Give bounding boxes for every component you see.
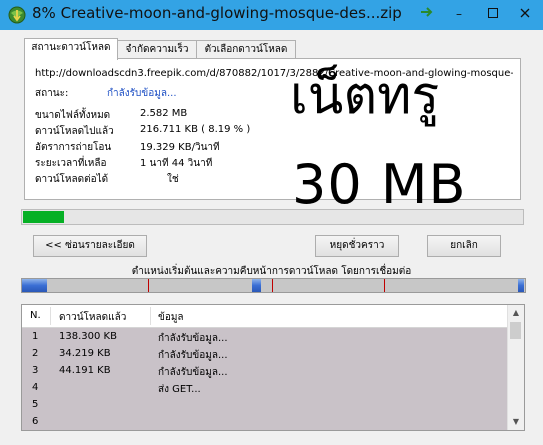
resume-value: ใช่ (167, 174, 179, 185)
progress-fill (23, 211, 64, 223)
connections-label: ตำแหน่งเริ่มต้นและความคืบหน้าการดาวน์โหล… (131, 266, 412, 277)
table-row[interactable]: 5 (22, 397, 507, 414)
status-label: สถานะ: (35, 88, 69, 99)
row-number: 6 (32, 416, 39, 427)
cancel-button[interactable]: ยกเลิก (427, 235, 501, 257)
resume-label: ดาวน์โหลดต่อได้ (35, 174, 109, 185)
table-row[interactable]: 2 34.219 KB กำลังรับข้อมูล... (22, 346, 507, 363)
row-number: 3 (32, 365, 39, 376)
globe-download-icon (8, 6, 26, 24)
scroll-thumb[interactable] (510, 322, 521, 339)
title-bar[interactable]: 8% Creative-moon-and-glowing-mosque-des.… (0, 0, 543, 30)
row-info: ส่ง GET... (158, 384, 201, 395)
download-url: http://downloadscdn3.freepik.com/d/87088… (35, 68, 513, 79)
row-number: 5 (32, 399, 39, 410)
row-downloaded: 34.219 KB (59, 348, 111, 359)
transfer-rate-label: อัตราการถ่ายโอน (35, 142, 112, 153)
overlay-speed: 30 MB (292, 153, 467, 216)
row-info: กำลังรับข้อมูล... (158, 367, 228, 378)
row-info: กำลังรับข้อมูล... (158, 333, 228, 344)
table-scrollbar[interactable]: ▲ ▼ (507, 305, 524, 430)
table-row[interactable]: 3 44.191 KB กำลังรับข้อมูล... (22, 363, 507, 380)
row-downloaded: 44.191 KB (59, 365, 111, 376)
column-divider (50, 307, 51, 325)
row-number: 4 (32, 382, 39, 393)
column-downloaded[interactable]: ดาวน์โหลดแล้ว (59, 310, 126, 325)
transfer-rate-value: 19.329 KB/วินาที (140, 142, 220, 153)
connection-marker (272, 279, 273, 292)
table-row[interactable]: 4 ส่ง GET... (22, 380, 507, 397)
maximize-button[interactable] (482, 4, 504, 24)
file-size-value: 2.582 MB (140, 108, 188, 119)
row-info: กำลังรับข้อมูล... (158, 350, 228, 361)
window-title: 8% Creative-moon-and-glowing-mosque-des.… (32, 4, 402, 22)
time-left-label: ระยะเวลาที่เหลือ (35, 158, 107, 169)
connections-progress-bar (21, 278, 526, 293)
minimize-button[interactable]: – (448, 4, 470, 24)
table-body: 1 138.300 KB กำลังรับข้อมูล... 2 34.219 … (22, 328, 507, 430)
connection-segment (518, 279, 524, 292)
tab-download-options[interactable]: ตัวเลือกดาวน์โหลด (196, 40, 296, 59)
row-downloaded: 138.300 KB (59, 331, 117, 342)
column-info[interactable]: ข้อมูล (158, 310, 184, 325)
tab-download-status[interactable]: สถานะดาวน์โหลด (24, 38, 118, 60)
overlay-caption: เน็ตทรู (290, 66, 440, 126)
arrow-icon[interactable] (416, 4, 438, 24)
close-button[interactable] (514, 4, 536, 24)
downloaded-label: ดาวน์โหลดไปแล้ว (35, 126, 114, 137)
connection-marker (148, 279, 149, 292)
connection-marker (384, 279, 385, 292)
status-value: กำลังรับข้อมูล... (107, 88, 177, 99)
pause-button[interactable]: หยุดชั่วคราว (315, 235, 399, 257)
row-number: 2 (32, 348, 39, 359)
file-size-label: ขนาดไฟล์ทั้งหมด (35, 110, 111, 121)
tab-speed-limit[interactable]: จำกัดความเร็ว (117, 40, 197, 59)
column-n[interactable]: N. (30, 310, 41, 321)
downloaded-value: 216.711 KB ( 8.19 % ) (140, 124, 251, 135)
connection-segment (252, 279, 261, 292)
column-divider (150, 307, 151, 325)
table-header: N. ดาวน์โหลดแล้ว ข้อมูล (22, 305, 507, 328)
table-row[interactable]: 1 138.300 KB กำลังรับข้อมูล... (22, 329, 507, 346)
time-left-value: 1 นาที 44 วินาที (140, 158, 213, 169)
connection-segment (22, 279, 47, 292)
connections-table: N. ดาวน์โหลดแล้ว ข้อมูล 1 138.300 KB กำล… (21, 304, 525, 431)
table-row[interactable]: 6 (22, 414, 507, 430)
hide-details-button[interactable]: << ซ่อนรายละเอียด (33, 235, 147, 257)
row-number: 1 (32, 331, 39, 342)
download-window: 8% Creative-moon-and-glowing-mosque-des.… (0, 0, 543, 445)
scroll-down-icon[interactable]: ▼ (508, 414, 524, 430)
scroll-up-icon[interactable]: ▲ (508, 305, 524, 321)
download-progress-bar (21, 209, 524, 225)
